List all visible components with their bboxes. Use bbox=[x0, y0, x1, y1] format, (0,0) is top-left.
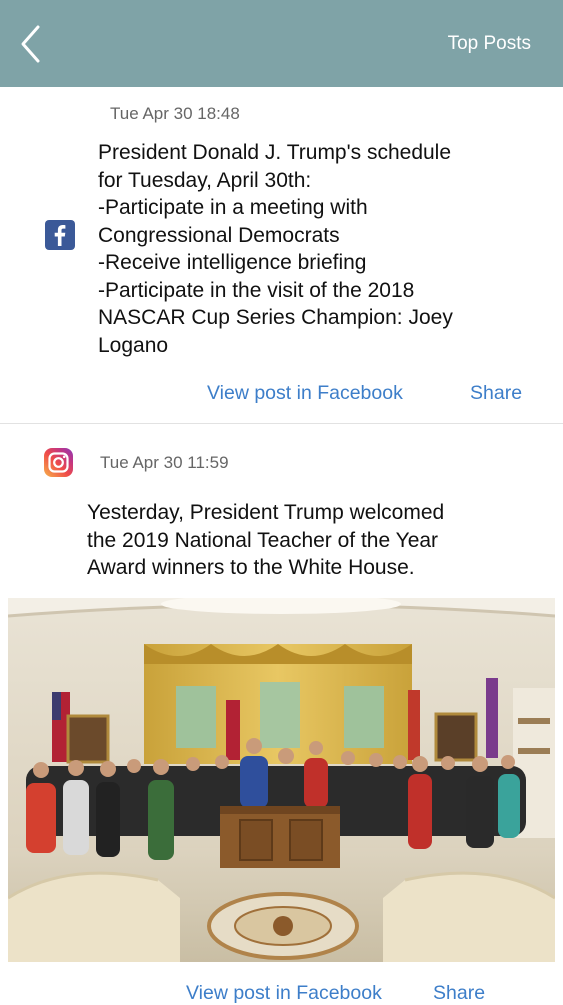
share-button[interactable]: Share bbox=[433, 982, 485, 1005]
post-date: Tue Apr 30 18:48 bbox=[110, 104, 240, 123]
post-text: Yesterday, President Trump welcomed the … bbox=[87, 501, 445, 579]
post-date: Tue Apr 30 11:59 bbox=[100, 453, 229, 472]
top-bar: Top Posts bbox=[0, 0, 563, 87]
back-button[interactable] bbox=[16, 22, 50, 66]
share-button[interactable]: Share bbox=[470, 382, 522, 405]
chevron-left-icon bbox=[21, 25, 40, 63]
post-card: Tue Apr 30 18:48 President Donald J. Tru… bbox=[0, 87, 563, 424]
post-text: President Donald J. Trump's schedule for… bbox=[98, 141, 453, 357]
view-in-facebook-link[interactable]: View post in Facebook bbox=[186, 982, 382, 1005]
view-in-facebook-link[interactable]: View post in Facebook bbox=[207, 382, 403, 405]
post-card: Tue Apr 30 11:59 Yesterday, President Tr… bbox=[0, 424, 563, 1004]
post-photo[interactable] bbox=[8, 598, 555, 962]
facebook-icon bbox=[45, 220, 75, 250]
instagram-icon bbox=[44, 448, 73, 477]
top-posts-button[interactable]: Top Posts bbox=[448, 33, 531, 55]
